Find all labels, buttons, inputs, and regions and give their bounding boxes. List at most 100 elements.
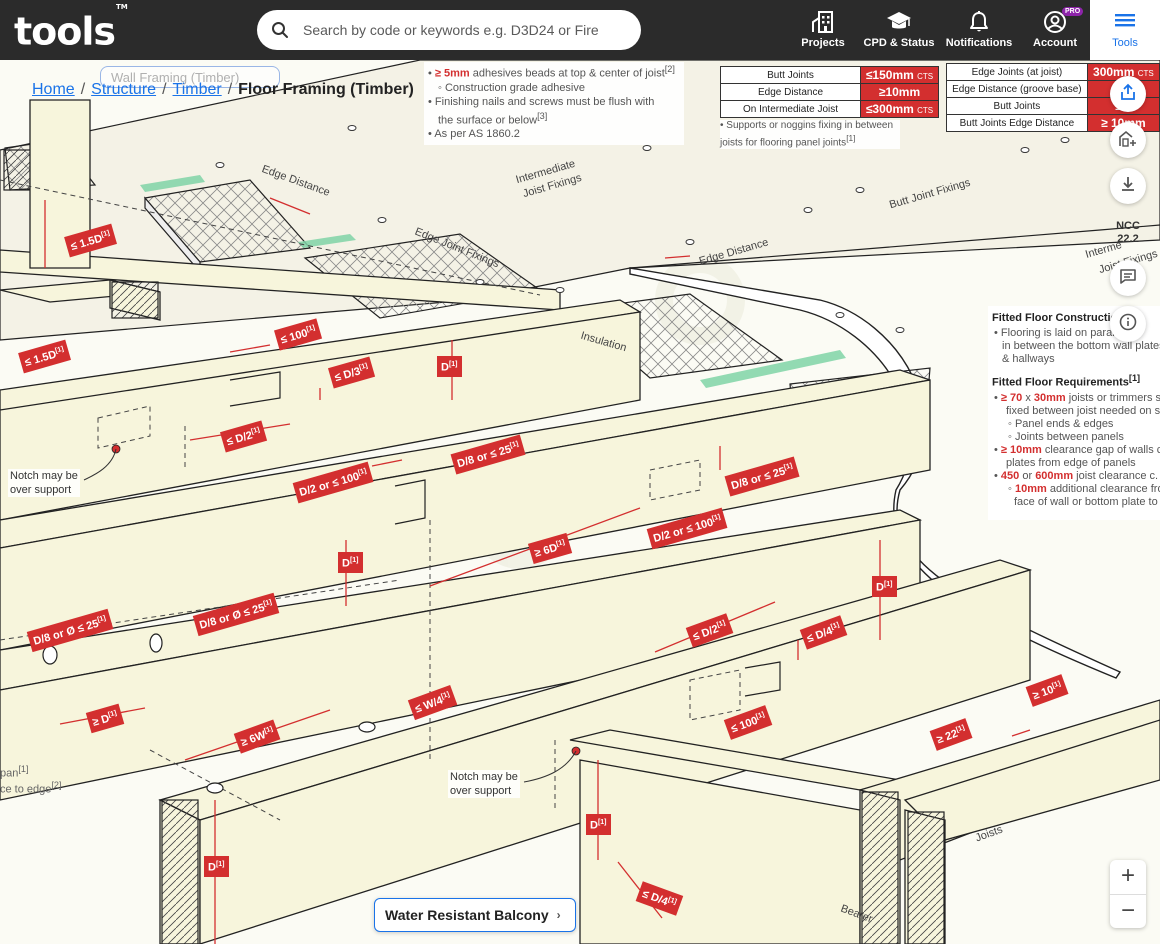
projects-building-icon [810,10,836,39]
table-left-note-ref: [1] [846,133,856,143]
info-icon [1119,313,1137,336]
label-left-edge-ref: [2] [51,780,62,790]
req2-red: ≥ 10mm [1000,443,1042,456]
req3-red: 450 [1000,469,1020,482]
download-icon [1119,175,1137,198]
nav-account[interactable]: PRO Account [1016,0,1094,60]
dim-ref: [1] [715,619,727,629]
req2-text: clearance gap of walls c [1041,443,1160,456]
req3-mid: or [1019,469,1036,482]
notes-adhesives: • ≥ 5mm adhesives beads at top & center … [424,62,684,146]
nav-projects[interactable]: Projects [784,0,862,60]
table-value-unit: CTS [917,106,934,115]
callout-notch-left: Notch may be over support [8,469,80,497]
share-icon [1119,83,1137,106]
dim-ref: [1] [883,581,893,588]
info-button[interactable] [1110,306,1146,342]
diagram-linework [0,60,1160,944]
dim-ref: [1] [829,621,841,631]
dim-tag: D[1] [437,356,462,377]
dim-ref: [1] [1051,680,1062,690]
label-left-edge: ce to edge[2] [0,780,62,796]
req1-red2: 30mm [1033,391,1066,404]
breadcrumb-separator: / [80,81,86,98]
table-cell-label: Edge Distance [720,83,861,101]
dim-tag: D[1] [338,552,363,573]
zoom-out-button[interactable]: − [1110,894,1146,928]
callout-notch-left-line1: Notch may be [10,470,78,482]
table-cell-value: ≤150mm CTS [860,66,939,84]
page-title: Floor Framing (Timber) [238,81,414,98]
callout-notch-left-line2: over support [10,484,72,496]
note-line2-text: Construction grade adhesive [444,81,585,94]
callout-notch-mid: Notch may be over support [448,770,520,798]
breadcrumb-separator: / [227,81,233,98]
req3-sub-red: 10mm [1014,482,1047,495]
note-line1-red: ≥ 5mm [434,67,470,80]
dim-ref: [1] [358,362,369,372]
table-left-note: • Supports or noggins fixing in between … [720,120,900,150]
floor-framing-diagram[interactable]: Edge Distance Edge Joint Fixings Interme… [0,60,1160,944]
breadcrumb-separator: / [162,81,167,98]
dim-ref: [1] [955,724,966,734]
dim-text: D [590,819,598,832]
fitted-floor-p1b: in between the bottom wall plates [1002,340,1160,352]
dim-ref: [1] [509,440,520,450]
req-item-1-sub1: ◦ Panel ends & edges [1008,417,1114,430]
dim-ref: [1] [96,614,107,624]
table-value-text: ≥10mm [878,85,921,99]
dim-tag: D[1] [872,576,897,597]
dim-ref: [1] [215,861,225,868]
req1-sub2-text: Joints between panels [1014,430,1124,443]
dim-ref: [1] [448,361,458,368]
fitted-floor-req-heading: Fitted Floor Requirements[1] [992,372,1160,390]
callout-notch-mid-line1: Notch may be [450,771,518,783]
note-line3-text: Finishing nails and screws must be flush… [434,95,655,108]
breadcrumb-structure[interactable]: Structure [91,81,156,98]
zoom-in-button[interactable]: + [1110,860,1146,894]
dim-ref: [1] [597,819,607,826]
fixing-table-left: Butt Joints ≤150mm CTS Edge Distance ≥10mm… [720,66,939,118]
ncc-version[interactable]: NCC 22.2 [1108,220,1148,246]
tools-logo[interactable]: toolsTM [14,3,128,54]
download-button[interactable] [1110,168,1146,204]
ncc-number: 22.2 [1117,233,1139,245]
dim-ref: [1] [357,467,368,477]
search-bar[interactable] [257,10,641,50]
nav-tools[interactable]: Tools [1090,0,1160,60]
req-item-2b: plates from edge of panels [1006,456,1136,469]
req3-red2: 600mm [1035,469,1074,482]
breadcrumb-timber[interactable]: Timber [173,81,222,98]
note-line1-ref: [2] [664,64,675,74]
req1-sub1-text: Panel ends & edges [1014,417,1114,430]
table-row: On Intermediate Joist ≤300mm CTS [720,100,939,118]
dim-text: D [441,361,449,374]
pro-badge: PRO [1062,7,1084,16]
req-item-1-sub2: ◦ Joints between panels [1008,430,1124,443]
comment-button[interactable] [1110,260,1146,296]
nav-cpd-label: CPD & Status [863,37,935,49]
note-line5-text: As per AS 1860.2 [434,128,520,141]
dim-tag: D[1] [586,814,611,835]
dim-ref: [1] [54,345,65,355]
nav-notifications[interactable]: Notifications [940,0,1018,60]
share-button[interactable] [1110,76,1146,112]
ncc-label: NCC [1116,220,1140,232]
search-input[interactable] [301,18,631,42]
table-value-unit: CTS [1137,69,1154,78]
req1-mid: x [1022,391,1034,404]
nav-cpd-status[interactable]: CPD & Status [860,0,938,60]
table-cell-label: Butt Joints Edge Distance [946,114,1088,132]
add-to-project-icon [1118,128,1138,153]
nav-projects-label: Projects [801,37,845,49]
dim-ref: [1] [250,426,261,436]
breadcrumb-home[interactable]: Home [32,81,75,98]
add-to-project-button[interactable] [1110,122,1146,158]
req3-sub-text: additional clearance fron [1046,482,1160,495]
note-line1-text: adhesives beads at top & center of joist [469,67,665,80]
water-resistant-balcony-button[interactable]: Water Resistant Balcony › [374,898,576,932]
note-line2: ◦ Construction grade adhesive [438,81,585,94]
table-left-note-text: Supports or noggins fixing in between jo… [720,120,894,149]
dim-tag: D[1] [204,856,229,877]
dim-ref: [1] [349,557,359,564]
